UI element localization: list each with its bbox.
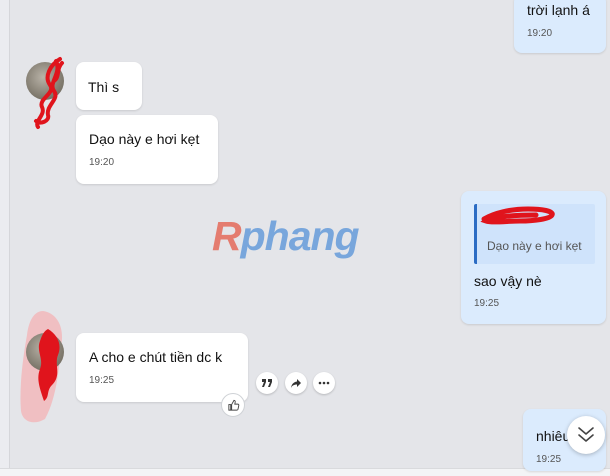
message-time: 19:20 — [89, 157, 115, 168]
redaction-scribble — [480, 206, 555, 225]
forward-button[interactable] — [285, 372, 307, 394]
message-incoming[interactable]: Thì s — [76, 62, 142, 110]
chevron-double-down-icon — [578, 427, 594, 442]
message-text: Thì s — [88, 79, 120, 95]
message-incoming[interactable]: A cho e chút tiền dc k 19:25 — [76, 333, 248, 402]
forward-icon — [291, 378, 301, 388]
message-outgoing[interactable]: trời lạnh á 19:20 — [514, 0, 606, 53]
redaction-scribble — [38, 329, 60, 401]
message-time: 19:25 — [89, 375, 115, 386]
more-icon — [318, 381, 330, 385]
message-time: 19:25 — [536, 454, 562, 465]
message-text: Dạo này e hơi kẹt — [89, 131, 200, 147]
message-text: nhiêu — [536, 428, 571, 444]
watermark-logo: Rphang — [212, 213, 360, 260]
message-text: trời lạnh á — [527, 2, 590, 18]
scroll-to-bottom-button[interactable] — [567, 416, 605, 454]
message-time: 19:25 — [474, 298, 500, 309]
message-incoming[interactable]: Dạo này e hơi kẹt 19:20 — [76, 115, 218, 184]
watermark-letter: R — [212, 213, 242, 259]
react-button[interactable] — [221, 393, 245, 417]
more-button[interactable] — [313, 372, 335, 394]
quote-icon — [262, 379, 272, 387]
message-text: sao vậy nè — [474, 273, 542, 289]
message-time: 19:20 — [527, 28, 553, 39]
watermark-text: phang — [240, 213, 360, 259]
thumbs-up-icon — [227, 399, 239, 411]
redaction-scribble — [34, 57, 64, 129]
message-text: A cho e chút tiền dc k — [89, 349, 223, 365]
quote-button[interactable] — [256, 372, 278, 394]
quoted-text: Dạo này e hơi kẹt — [487, 239, 582, 253]
